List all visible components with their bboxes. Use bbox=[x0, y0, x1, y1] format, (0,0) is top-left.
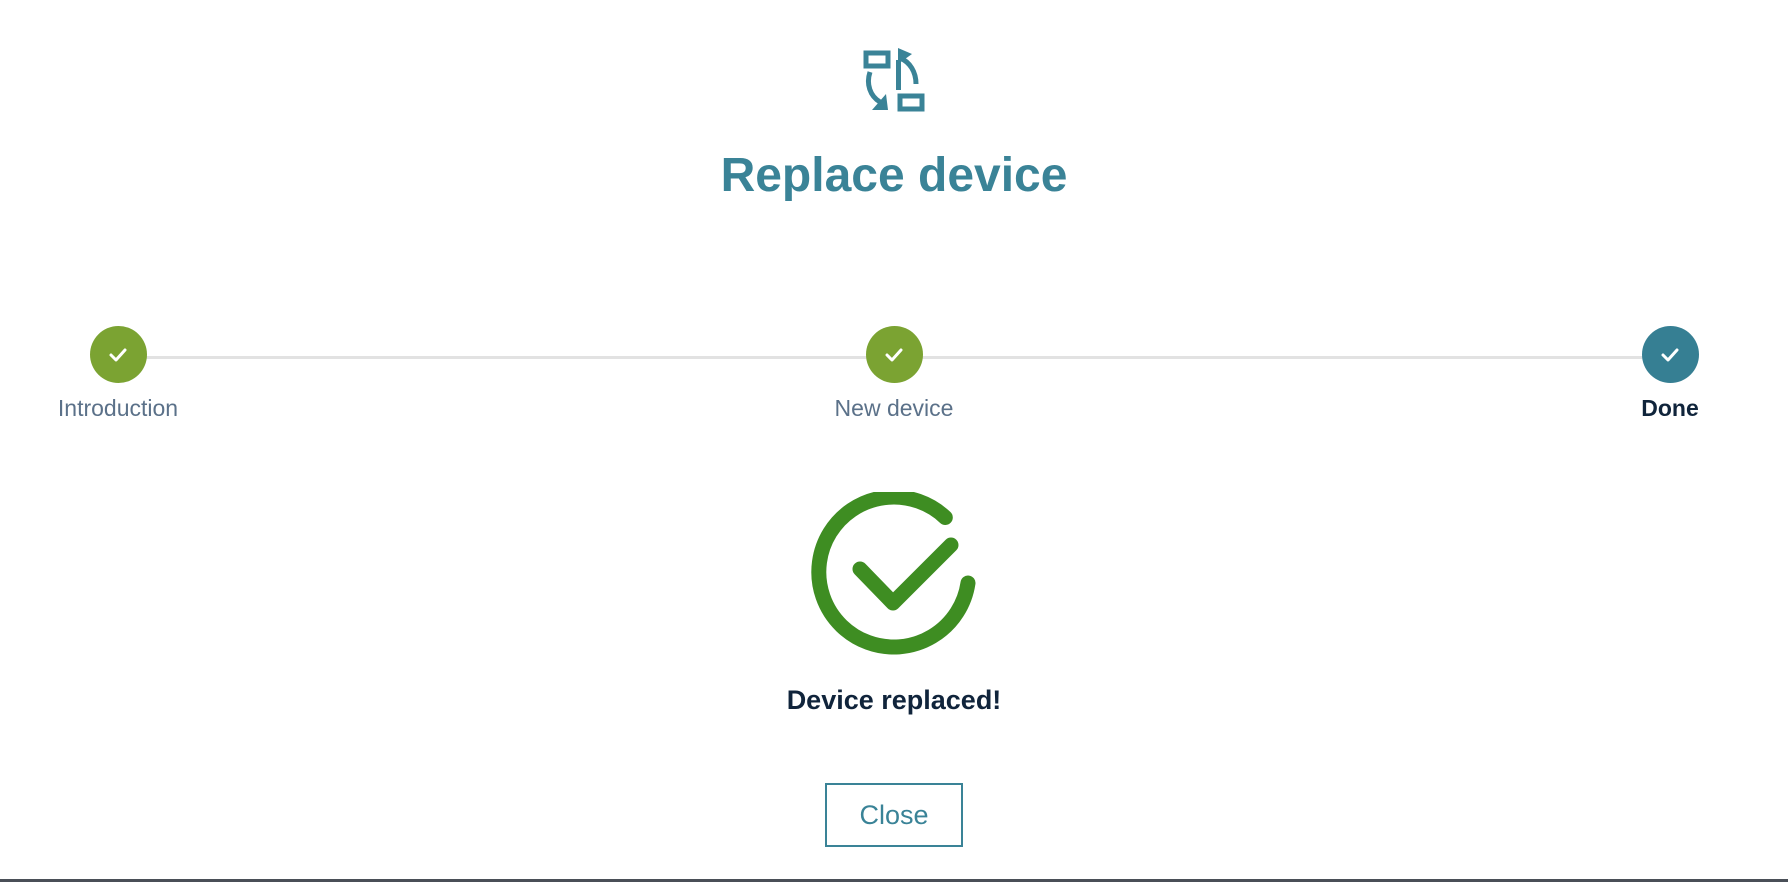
step-introduction: Introduction bbox=[0, 326, 238, 423]
step-introduction-circle bbox=[89, 326, 147, 383]
progress-stepper: Introduction New device Done bbox=[0, 326, 1788, 426]
dialog-title: Replace device bbox=[720, 149, 1068, 202]
step-done-label: Done bbox=[1641, 395, 1699, 421]
check-icon bbox=[109, 348, 127, 361]
step-new-device: New device bbox=[774, 326, 1014, 423]
success-message: Device replaced! bbox=[786, 685, 1002, 715]
step-done-circle bbox=[1641, 326, 1699, 383]
check-icon bbox=[1661, 348, 1679, 361]
replace-device-dialog: Replace device Introduction New device D… bbox=[0, 0, 1788, 879]
step-new-device-circle bbox=[865, 326, 923, 383]
replace-device-icon bbox=[863, 48, 925, 112]
close-button[interactable]: Close bbox=[825, 783, 963, 847]
step-introduction-label: Introduction bbox=[57, 395, 179, 421]
step-new-device-label: New device bbox=[834, 395, 954, 421]
success-check-circle-icon bbox=[811, 492, 976, 655]
check-icon bbox=[885, 348, 903, 361]
step-done: Done bbox=[1550, 326, 1788, 423]
